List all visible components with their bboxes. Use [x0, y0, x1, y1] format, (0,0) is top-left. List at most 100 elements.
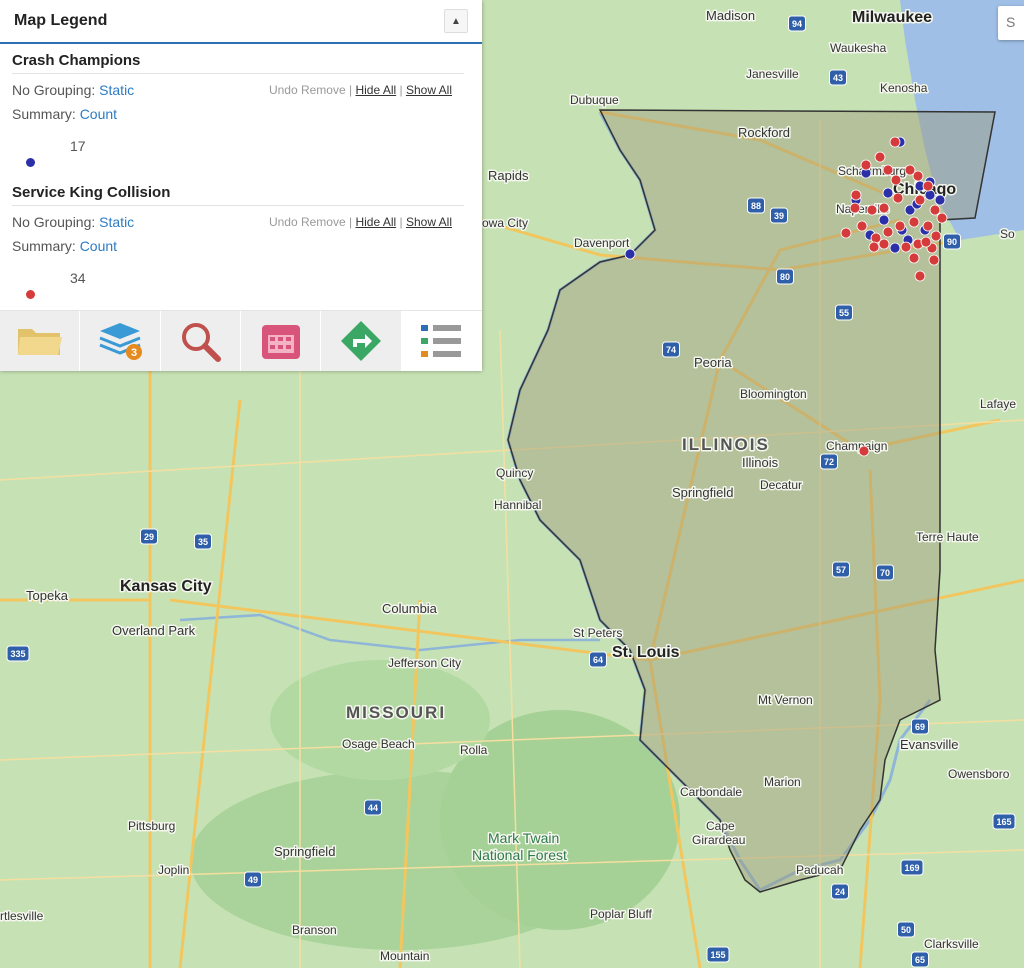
- map-label: MISSOURI: [346, 703, 446, 722]
- map-label: Kenosha: [880, 81, 928, 95]
- interstate-shield: 69: [911, 718, 929, 735]
- service-king-marker[interactable]: [922, 220, 934, 232]
- interstate-shield: 49: [244, 871, 262, 888]
- service-king-marker[interactable]: [908, 252, 920, 264]
- layer-name: Crash Champions: [12, 52, 464, 74]
- map-label: Mt Vernon: [758, 693, 813, 707]
- service-king-marker[interactable]: [904, 164, 916, 176]
- grouping-value-link[interactable]: Static: [99, 82, 134, 98]
- map-label: Janesville: [746, 67, 799, 81]
- service-king-marker[interactable]: [850, 189, 862, 201]
- service-king-marker[interactable]: [889, 136, 901, 148]
- service-king-marker[interactable]: [900, 241, 912, 253]
- service-king-marker[interactable]: [840, 227, 852, 239]
- map-label: Bloomington: [740, 387, 807, 401]
- interstate-shield: 94: [788, 15, 806, 32]
- undo-remove-link[interactable]: Undo Remove: [269, 83, 346, 97]
- service-king-marker[interactable]: [882, 164, 894, 176]
- service-king-marker[interactable]: [928, 254, 940, 266]
- service-king-marker[interactable]: [882, 226, 894, 238]
- layer-marker-icon[interactable]: [26, 290, 35, 299]
- service-king-marker[interactable]: [908, 216, 920, 228]
- map-label: Jefferson City: [388, 656, 461, 670]
- interstate-shield: 65: [911, 951, 929, 968]
- crash-champions-marker[interactable]: [878, 214, 890, 226]
- map-label: Clarksville: [924, 937, 979, 951]
- map-label: St Peters: [573, 626, 622, 640]
- map-label: So: [1000, 227, 1015, 241]
- service-king-marker[interactable]: [866, 204, 878, 216]
- svg-text:165: 165: [996, 817, 1011, 827]
- map-label: Springfield: [274, 844, 335, 859]
- service-king-marker[interactable]: [892, 192, 904, 204]
- service-king-marker[interactable]: [874, 151, 886, 163]
- crash-champions-marker[interactable]: [924, 189, 936, 201]
- svg-text:335: 335: [10, 649, 25, 659]
- svg-text:55: 55: [839, 308, 849, 318]
- service-king-marker[interactable]: [920, 236, 932, 248]
- layer-count: 17: [70, 138, 86, 154]
- summary-label: Summary:: [12, 106, 76, 122]
- map-label: Lafaye: [980, 397, 1016, 411]
- service-king-marker[interactable]: [894, 220, 906, 232]
- service-king-marker[interactable]: [856, 220, 868, 232]
- show-all-link[interactable]: Show All: [406, 83, 452, 97]
- interstate-shield: 74: [662, 341, 680, 358]
- svg-text:44: 44: [368, 803, 378, 813]
- grouping-row: No Grouping: Static Undo Remove | Hide A…: [12, 210, 464, 234]
- service-king-marker[interactable]: [878, 202, 890, 214]
- open-folder-button[interactable]: [0, 311, 81, 371]
- legend-layer-crash-champions: Crash Champions No Grouping: Static Undo…: [12, 52, 464, 167]
- folder-icon: [17, 329, 62, 355]
- layer-marker-icon[interactable]: [26, 158, 35, 167]
- crash-champions-marker[interactable]: [624, 248, 636, 260]
- service-king-marker[interactable]: [922, 180, 934, 192]
- service-king-marker[interactable]: [878, 238, 890, 250]
- service-king-marker[interactable]: [936, 212, 948, 224]
- calendar-button[interactable]: [240, 311, 322, 371]
- directions-button[interactable]: [321, 311, 402, 371]
- svg-text:29: 29: [144, 532, 154, 542]
- map-label: Overland Park: [112, 623, 196, 638]
- map-label: Marion: [764, 775, 801, 789]
- interstate-shield: 88: [747, 197, 765, 214]
- svg-text:72: 72: [824, 457, 834, 467]
- service-king-marker[interactable]: [930, 230, 942, 242]
- layer-actions: Undo Remove | Hide All | Show All: [269, 78, 452, 102]
- service-king-marker[interactable]: [858, 445, 870, 457]
- collapse-legend-button[interactable]: ▲: [444, 9, 468, 33]
- service-king-marker[interactable]: [890, 174, 902, 186]
- service-king-marker[interactable]: [914, 194, 926, 206]
- crash-champions-marker[interactable]: [882, 187, 894, 199]
- show-all-link[interactable]: Show All: [406, 215, 452, 229]
- interstate-shield: 335: [6, 645, 30, 662]
- hide-all-link[interactable]: Hide All: [355, 215, 396, 229]
- map-label: Branson: [292, 923, 337, 937]
- summary-value-link[interactable]: Count: [80, 238, 117, 254]
- summary-value-link[interactable]: Count: [80, 106, 117, 122]
- layers-button[interactable]: 3: [80, 311, 161, 371]
- undo-remove-link[interactable]: Undo Remove: [269, 215, 346, 229]
- grouping-value-link[interactable]: Static: [99, 214, 134, 230]
- service-king-marker[interactable]: [860, 159, 872, 171]
- map-label: owa City: [482, 216, 528, 230]
- service-king-marker[interactable]: [849, 202, 861, 214]
- map-label: ILLINOIS: [682, 435, 770, 454]
- crash-champions-marker[interactable]: [934, 194, 946, 206]
- svg-text:169: 169: [904, 863, 919, 873]
- map-label: Girardeau: [692, 833, 745, 847]
- service-king-marker[interactable]: [868, 241, 880, 253]
- map-search-input[interactable]: S: [998, 6, 1024, 40]
- svg-text:94: 94: [792, 19, 802, 29]
- service-king-marker[interactable]: [914, 270, 926, 282]
- map-label: Illinois: [742, 455, 779, 470]
- crash-champions-marker[interactable]: [889, 242, 901, 254]
- service-king-marker[interactable]: [929, 204, 941, 216]
- legend-list-button[interactable]: [401, 311, 482, 371]
- map-label: Pittsburg: [128, 819, 175, 833]
- hide-all-link[interactable]: Hide All: [355, 83, 396, 97]
- map-label: Dubuque: [570, 93, 619, 107]
- map-label: Terre Haute: [916, 530, 979, 544]
- map-label: Peoria: [694, 355, 732, 370]
- search-button[interactable]: [160, 311, 241, 371]
